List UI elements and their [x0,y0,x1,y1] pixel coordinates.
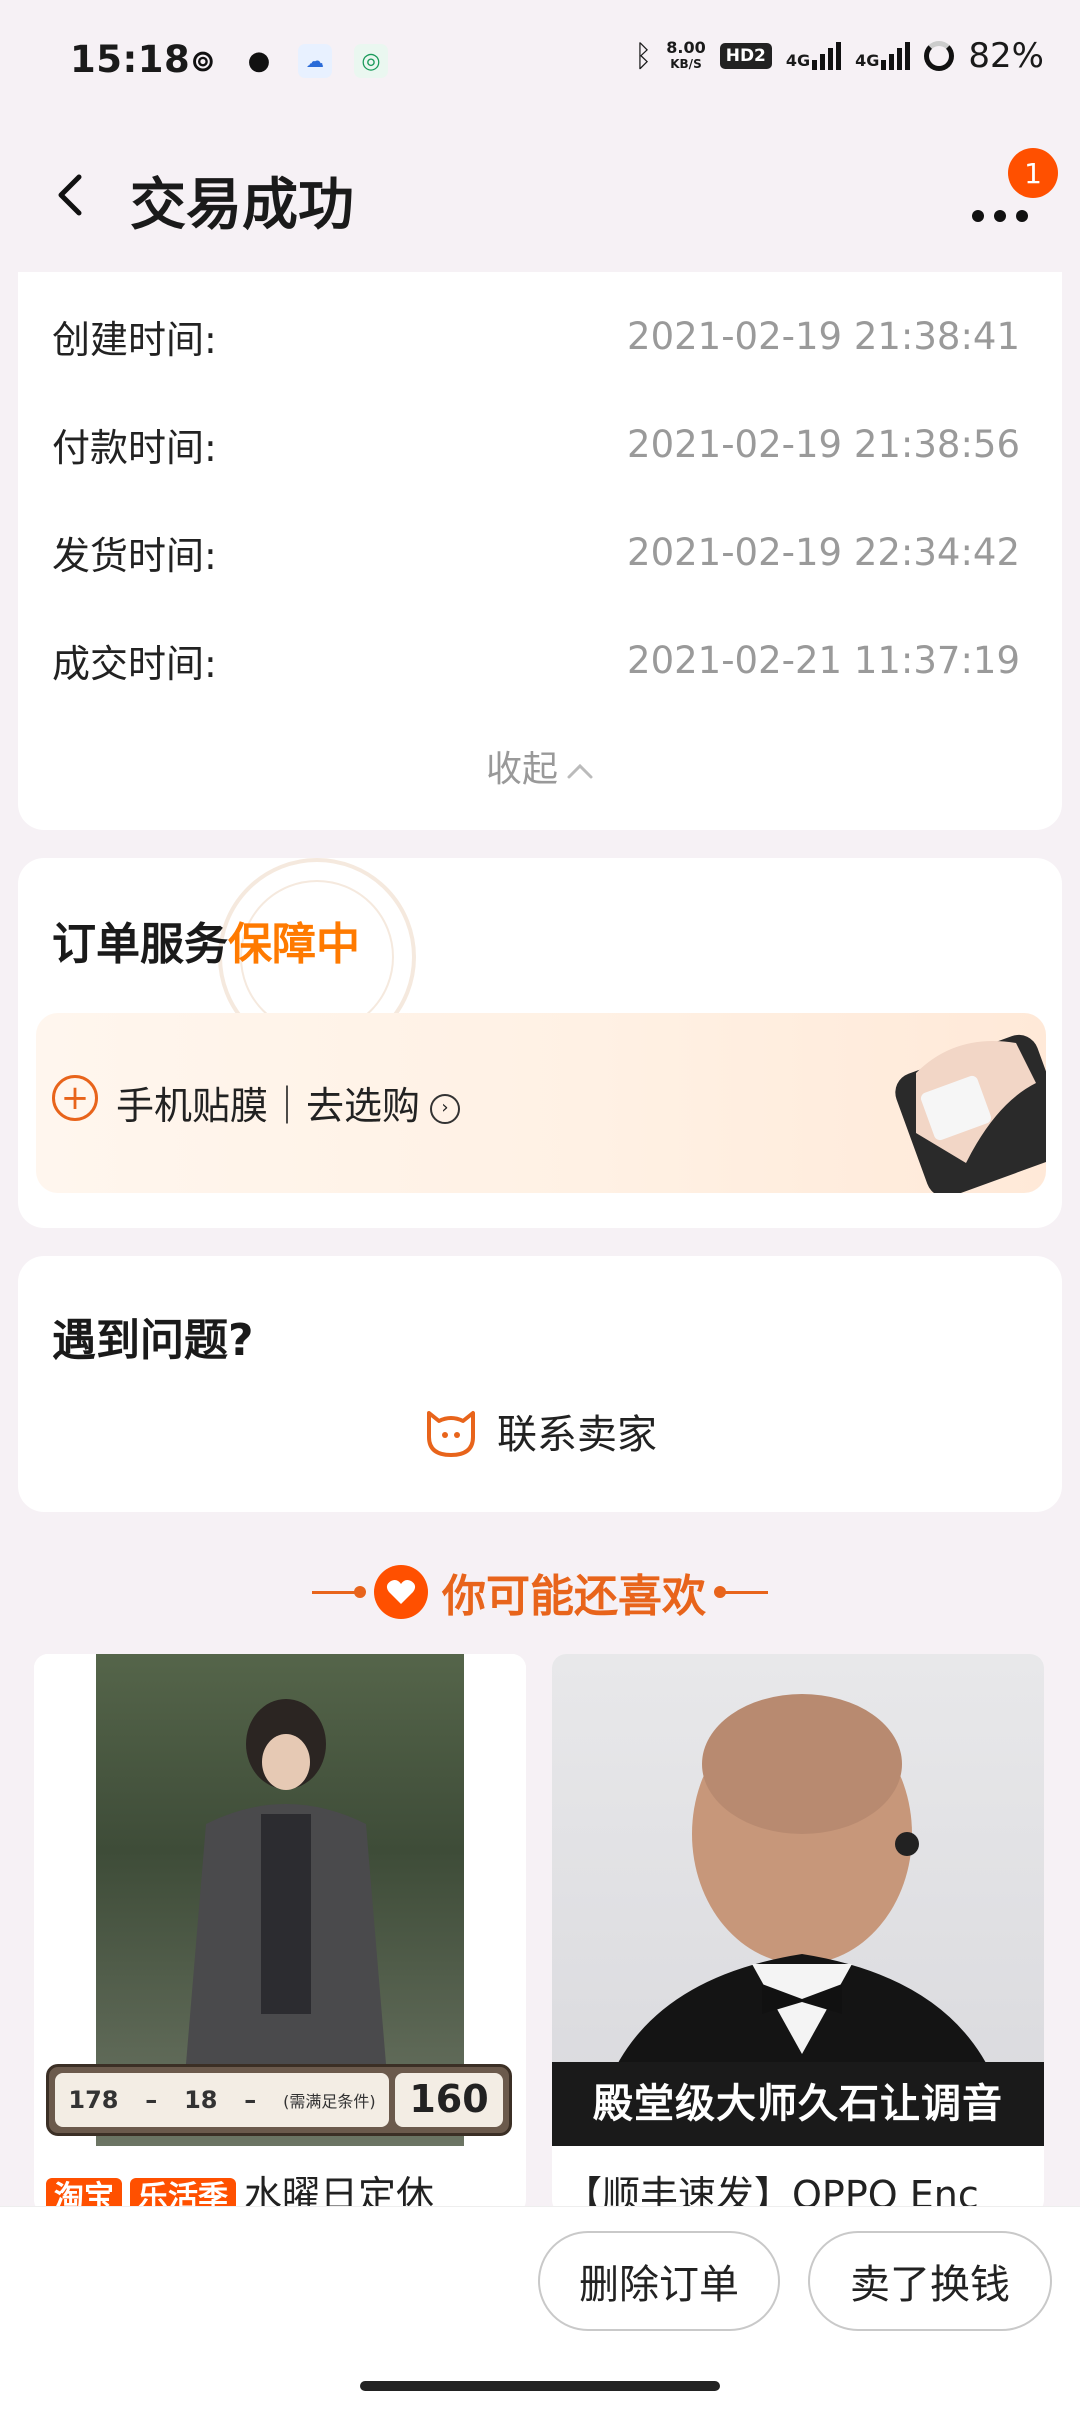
screen-protector-banner[interactable]: + 手机贴膜｜去选购 › [36,1013,1046,1193]
minus-sign: – [145,2086,158,2114]
hd-voice-icon: HD2 [719,43,772,69]
signal-icon-1: 4G [785,42,842,70]
more-icon [972,210,1028,222]
speed-unit: KB/S [670,57,702,71]
time-label: 创建时间: [52,317,217,362]
delete-order-button[interactable]: 删除订单 [538,2231,780,2331]
time-value: 2021-02-19 21:38:41 [627,314,1020,358]
home-indicator[interactable] [360,2381,720,2391]
banner-text: 手机贴膜｜去选购 › [116,1075,461,1130]
order-service-card: 订单服务保障中 + 手机贴膜｜去选购 › [18,858,1062,1228]
time-label: 成交时间: [52,641,217,686]
more-button[interactable]: 1 [964,148,1058,230]
time-row-paid: 付款时间: 2021-02-19 21:38:56 [52,414,1020,474]
chevron-up-icon [567,763,593,779]
china-mobile-icon: ◎ [354,44,388,78]
time-value: 2021-02-21 11:37:19 [627,638,1020,682]
plus-circle-icon: + [52,1075,98,1121]
product-image: 殿堂级大师久石让调音 [552,1654,1044,2146]
help-card: 遇到问题? 联系卖家 [18,1256,1062,1512]
screen-film-illustration [895,1034,1046,1193]
time-value: 2021-02-19 21:38:56 [627,422,1020,466]
time-value: 2021-02-19 22:34:42 [627,530,1020,574]
service-status: 保障中 [228,919,360,970]
service-title: 订单服务保障中 [52,908,360,972]
heart-icon [374,1565,428,1619]
help-title: 遇到问题? [52,1315,254,1366]
model-figure [186,1699,386,2124]
time-row-shipped: 发货时间: 2021-02-19 22:34:42 [52,522,1020,582]
back-button[interactable] [40,160,100,230]
network-speed: 8.00 KB/S [666,39,705,73]
contact-seller-button[interactable]: 联系卖家 [18,1402,1062,1460]
sell-button[interactable]: 卖了换钱 [808,2231,1052,2331]
speed-value: 8.00 [666,38,706,57]
collapse-label: 收起 [485,749,558,790]
signal-label-1: 4G [785,51,811,70]
flash-discount: 18 [184,2086,218,2114]
seller-cat-icon [427,1411,475,1457]
time-label: 付款时间: [52,425,217,470]
contact-label: 联系卖家 [497,1412,657,1458]
recommend-title: 你可能还喜欢 [442,1571,706,1622]
product-caption: 殿堂级大师久石让调音 [552,2062,1044,2146]
time-label: 发货时间: [52,533,217,578]
order-times-card: 创建时间: 2021-02-19 21:38:41 付款时间: 2021-02-… [18,272,1062,830]
notification-badge: 1 [1008,148,1058,198]
cloud-app-icon: ☁ [298,44,332,78]
product-card[interactable]: 178 – 18 – (需满足条件) 160 淘宝 乐活季 水曜日定休 [34,1654,526,2214]
time-row-created: 创建时间: 2021-02-19 21:38:41 [52,306,1020,366]
page-title: 交易成功 [130,173,354,238]
time-row-completed: 成交时间: 2021-02-21 11:37:19 [52,630,1020,690]
bluetooth-icon: ᛒ [634,38,653,74]
product-image: 178 – 18 – (需满足条件) 160 [34,1654,526,2146]
status-indicators: ᛒ 8.00 KB/S HD2 4G 4G 82% [634,36,1044,76]
price-breakdown: 178 – 18 – (需满足条件) [55,2073,389,2127]
battery-level: 82% [968,36,1044,76]
status-bar: 15:18 ⊚ ● ☁ ◎ ᛒ 8.00 KB/S HD2 4G 4G 82% [0,0,1080,120]
wechat-icon: ● [247,46,271,76]
status-app-icons: ⊚ ● ☁ ◎ [186,43,388,79]
minus-sign: – [244,2086,257,2114]
signal-icon-2: 4G [855,42,911,70]
decor-line [714,1585,768,1598]
original-price: 178 [68,2086,119,2114]
chevron-left-icon [58,174,82,216]
status-time: 15:18 [70,38,191,81]
service-title-text: 订单服务 [52,919,228,970]
arrow-right-circle-icon: › [430,1093,461,1124]
final-price: 160 [395,2073,503,2127]
store-discount: (需满足条件) [283,2092,376,2111]
price-strip: 178 – 18 – (需满足条件) 160 [46,2064,512,2136]
header: 交易成功 1 [0,120,1080,260]
collapse-button[interactable]: 收起 [18,740,1062,792]
battery-icon [924,41,955,71]
product-card[interactable]: 殿堂级大师久石让调音 【顺丰速发】OPPO Enc [552,1654,1044,2214]
bottom-action-bar: 删除订单 卖了换钱 [0,2206,1080,2413]
decor-line [312,1585,366,1598]
netease-music-icon: ⊚ [190,43,216,79]
banner-label: 手机贴膜｜去选购 [116,1084,421,1128]
signal-label-2: 4G [855,51,880,70]
recommend-header: 你可能还喜欢 [0,1560,1080,1624]
